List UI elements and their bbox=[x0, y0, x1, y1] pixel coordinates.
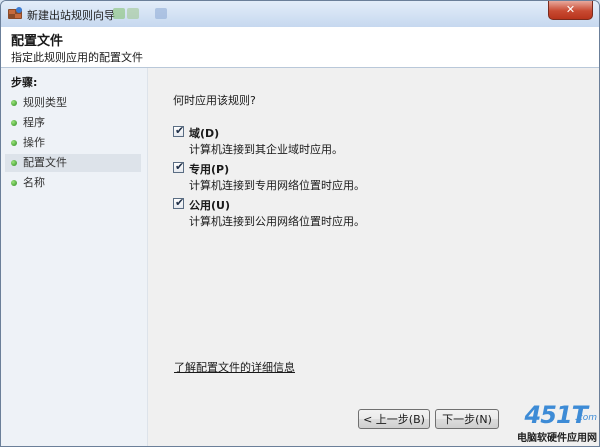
step-label: 规则类型 bbox=[23, 96, 67, 109]
window-title: 新建出站规则向导 bbox=[27, 9, 115, 22]
back-button[interactable]: < 上一步(B) bbox=[358, 409, 430, 429]
check-icon: ✔ bbox=[175, 196, 185, 209]
title-bar[interactable]: 新建出站规则向导 ✕ bbox=[1, 1, 599, 27]
page-subtitle: 指定此规则应用的配置文件 bbox=[11, 51, 143, 64]
step-dot-icon bbox=[11, 120, 17, 126]
steps-heading: 步骤: bbox=[11, 76, 38, 89]
step-label: 名称 bbox=[23, 176, 45, 189]
step-label: 操作 bbox=[23, 136, 45, 149]
domain-checkbox[interactable]: ✔ bbox=[173, 124, 185, 137]
private-checkbox[interactable]: ✔ bbox=[173, 160, 185, 173]
page-title: 配置文件 bbox=[11, 34, 64, 49]
option-description: 计算机连接到公用网络位置时应用。 bbox=[189, 215, 365, 228]
content-pane: 何时应用该规则? ✔ 域(D) 计算机连接到其企业域时应用。 ✔ 专用(P) 计… bbox=[148, 68, 599, 446]
step-label: 程序 bbox=[23, 116, 45, 129]
faded-toolbar-icon bbox=[155, 8, 167, 19]
question-label: 何时应用该规则? bbox=[173, 94, 256, 107]
option-description: 计算机连接到其企业域时应用。 bbox=[189, 143, 343, 156]
option-label[interactable]: 公用(U) bbox=[189, 197, 230, 213]
step-dot-icon bbox=[11, 180, 17, 186]
step-name[interactable]: 名称 bbox=[5, 174, 141, 192]
faded-toolbar-icon bbox=[127, 8, 139, 19]
option-label[interactable]: 专用(P) bbox=[189, 161, 229, 177]
check-icon: ✔ bbox=[175, 124, 185, 137]
step-rule-type[interactable]: 规则类型 bbox=[5, 94, 141, 112]
step-action[interactable]: 操作 bbox=[5, 134, 141, 152]
site-watermark: 451T .com 电脑软硬件应用网 bbox=[481, 400, 599, 446]
option-label[interactable]: 域(D) bbox=[189, 125, 219, 141]
step-program[interactable]: 程序 bbox=[5, 114, 141, 132]
learn-more-link[interactable]: 了解配置文件的详细信息 bbox=[174, 359, 295, 375]
faded-toolbar-icon bbox=[113, 8, 125, 19]
firewall-app-icon bbox=[8, 7, 22, 19]
step-label: 配置文件 bbox=[23, 156, 67, 169]
step-profile[interactable]: 配置文件 bbox=[5, 154, 141, 172]
public-checkbox[interactable]: ✔ bbox=[173, 196, 185, 209]
wizard-header: 配置文件 指定此规则应用的配置文件 bbox=[1, 27, 599, 68]
steps-pane: 步骤: 规则类型 程序 操作 配置文件 名称 bbox=[1, 68, 148, 446]
check-icon: ✔ bbox=[175, 160, 185, 173]
wizard-window: 新建出站规则向导 ✕ 配置文件 指定此规则应用的配置文件 步骤: 规则类型 程序… bbox=[0, 0, 600, 447]
step-dot-icon bbox=[11, 100, 17, 106]
close-button[interactable]: ✕ bbox=[548, 1, 593, 20]
option-description: 计算机连接到专用网络位置时应用。 bbox=[189, 179, 365, 192]
step-dot-icon bbox=[11, 160, 17, 166]
watermark-subtitle: 电脑软硬件应用网 bbox=[517, 433, 597, 444]
watermark-domain: .com bbox=[574, 413, 597, 423]
step-dot-icon bbox=[11, 140, 17, 146]
